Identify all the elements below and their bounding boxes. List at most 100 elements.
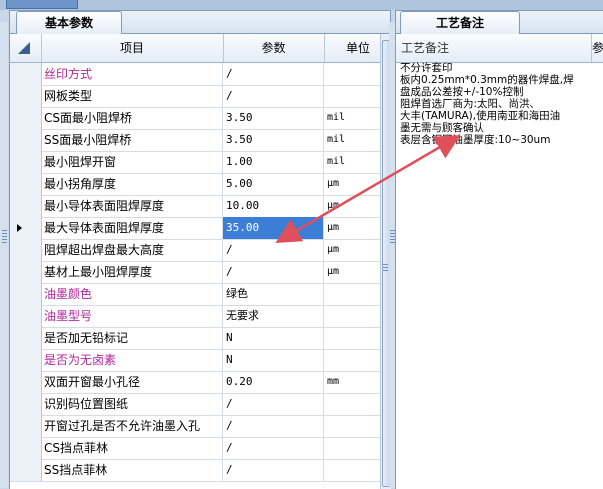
table-row[interactable]: 最小导体表面阻焊厚度 10.00 μm	[10, 195, 380, 218]
param-value-cell[interactable]: 3.50	[223, 107, 324, 129]
row-indicator[interactable]	[10, 63, 42, 85]
param-name-cell[interactable]: 是否加无铅标记	[41, 327, 223, 349]
param-name-cell[interactable]: 是否为无卤素	[41, 349, 223, 371]
row-indicator[interactable]	[10, 415, 42, 437]
table-row[interactable]: 网板类型 /	[10, 85, 380, 108]
row-indicator[interactable]	[10, 217, 42, 239]
header-value[interactable]: 参数	[223, 34, 325, 62]
param-unit-cell[interactable]: μm	[324, 261, 380, 283]
param-unit-cell[interactable]	[324, 305, 380, 327]
header-corner[interactable]	[10, 34, 42, 62]
row-indicator[interactable]	[10, 129, 42, 151]
table-row[interactable]: 识别码位置图纸 /	[10, 393, 380, 416]
param-unit-cell[interactable]: mil	[324, 151, 380, 173]
row-indicator[interactable]	[10, 371, 42, 393]
row-indicator[interactable]	[10, 283, 42, 305]
header-next-col[interactable]: 参	[592, 34, 603, 62]
param-name-cell[interactable]: 油墨型号	[41, 305, 223, 327]
param-value-cell[interactable]: /	[223, 261, 324, 283]
param-unit-cell[interactable]: μm	[324, 239, 380, 261]
param-name-cell[interactable]: 最小阻焊开窗	[41, 151, 223, 173]
table-row[interactable]: CS面最小阻焊桥 3.50 mil	[10, 107, 380, 130]
param-name-cell[interactable]: 油墨颜色	[41, 283, 223, 305]
param-value-cell[interactable]: /	[223, 415, 324, 437]
param-unit-cell[interactable]	[324, 459, 380, 481]
row-indicator[interactable]	[10, 151, 42, 173]
param-value-cell[interactable]: 5.00	[223, 173, 324, 195]
table-row[interactable]: 是否加无铅标记 N	[10, 327, 380, 350]
param-value-cell[interactable]: 0.20	[223, 371, 324, 393]
param-name-cell[interactable]: SS面最小阻焊桥	[41, 129, 223, 151]
param-name-cell[interactable]: 双面开窗最小孔径	[41, 371, 223, 393]
row-indicator[interactable]	[10, 393, 42, 415]
table-row[interactable]: SS挡点菲林 /	[10, 459, 380, 482]
param-value-cell[interactable]: 35.00	[223, 217, 324, 239]
row-indicator[interactable]	[10, 305, 42, 327]
param-unit-cell[interactable]	[324, 415, 380, 437]
table-row[interactable]: 是否为无卤素 N	[10, 349, 380, 372]
row-indicator[interactable]	[10, 261, 42, 283]
param-unit-cell[interactable]: mm	[324, 371, 380, 393]
param-value-cell[interactable]: N	[223, 327, 324, 349]
param-value-cell[interactable]: /	[223, 437, 324, 459]
table-row[interactable]: CS挡点菲林 /	[10, 437, 380, 460]
table-row[interactable]: 阻焊超出焊盘最大高度 / μm	[10, 239, 380, 262]
table-row[interactable]: 最小拐角厚度 5.00 μm	[10, 173, 380, 196]
param-value-cell[interactable]: /	[223, 393, 324, 415]
param-unit-cell[interactable]	[324, 63, 380, 85]
left-splitter[interactable]	[0, 22, 8, 488]
param-name-cell[interactable]: 网板类型	[41, 85, 223, 107]
param-name-cell[interactable]: 阻焊超出焊盘最大高度	[41, 239, 223, 261]
row-indicator[interactable]	[10, 107, 42, 129]
table-row[interactable]: 油墨型号 无要求	[10, 305, 380, 328]
param-unit-cell[interactable]: μm	[324, 217, 380, 239]
param-name-cell[interactable]: CS面最小阻焊桥	[41, 107, 223, 129]
top-tab-fragment[interactable]	[6, 0, 78, 9]
param-unit-cell[interactable]: μm	[324, 195, 380, 217]
row-indicator[interactable]	[10, 239, 42, 261]
row-indicator[interactable]	[10, 173, 42, 195]
param-name-cell[interactable]: 丝印方式	[41, 63, 223, 85]
param-unit-cell[interactable]	[324, 437, 380, 459]
tab-process-notes[interactable]: 工艺备注	[400, 11, 520, 34]
param-name-cell[interactable]: 基材上最小阻焊厚度	[41, 261, 223, 283]
row-indicator[interactable]	[10, 327, 42, 349]
param-unit-cell[interactable]	[324, 349, 380, 371]
param-value-cell[interactable]: 1.00	[223, 151, 324, 173]
param-value-cell[interactable]: /	[223, 63, 324, 85]
param-value-cell[interactable]: /	[223, 239, 324, 261]
param-name-cell[interactable]: CS挡点菲林	[41, 437, 223, 459]
param-value-cell[interactable]: 10.00	[223, 195, 324, 217]
param-name-cell[interactable]: 最小导体表面阻焊厚度	[41, 195, 223, 217]
row-indicator[interactable]	[10, 195, 42, 217]
param-name-cell[interactable]: 开窗过孔是否不允许油墨入孔	[41, 415, 223, 437]
param-unit-cell[interactable]	[324, 393, 380, 415]
row-indicator[interactable]	[10, 85, 42, 107]
header-process-notes[interactable]: 工艺备注	[396, 34, 592, 62]
param-unit-cell[interactable]	[324, 85, 380, 107]
row-indicator[interactable]	[10, 349, 42, 371]
param-unit-cell[interactable]	[324, 283, 380, 305]
header-item[interactable]: 项目	[41, 34, 224, 62]
table-row[interactable]: 双面开窗最小孔径 0.20 mm	[10, 371, 380, 394]
table-row[interactable]: 基材上最小阻焊厚度 / μm	[10, 261, 380, 284]
table-row[interactable]: 最大导体表面阻焊厚度 35.00 μm	[10, 217, 380, 240]
param-name-cell[interactable]: 识别码位置图纸	[41, 393, 223, 415]
table-row[interactable]: 最小阻焊开窗 1.00 mil	[10, 151, 380, 174]
param-value-cell[interactable]: N	[223, 349, 324, 371]
param-unit-cell[interactable]: μm	[324, 173, 380, 195]
table-row[interactable]: 油墨颜色 绿色	[10, 283, 380, 306]
param-value-cell[interactable]: /	[223, 85, 324, 107]
param-name-cell[interactable]: SS挡点菲林	[41, 459, 223, 481]
param-name-cell[interactable]: 最小拐角厚度	[41, 173, 223, 195]
tab-basic-params[interactable]: 基本参数	[16, 11, 122, 34]
param-value-cell[interactable]: 3.50	[223, 129, 324, 151]
param-unit-cell[interactable]	[324, 327, 380, 349]
table-row[interactable]: SS面最小阻焊桥 3.50 mil	[10, 129, 380, 152]
param-unit-cell[interactable]: mil	[324, 129, 380, 151]
table-row[interactable]: 丝印方式 /	[10, 63, 380, 86]
param-unit-cell[interactable]: mil	[324, 107, 380, 129]
header-unit[interactable]: 单位	[324, 34, 380, 62]
param-value-cell[interactable]: /	[223, 459, 324, 481]
param-value-cell[interactable]: 无要求	[223, 305, 324, 327]
